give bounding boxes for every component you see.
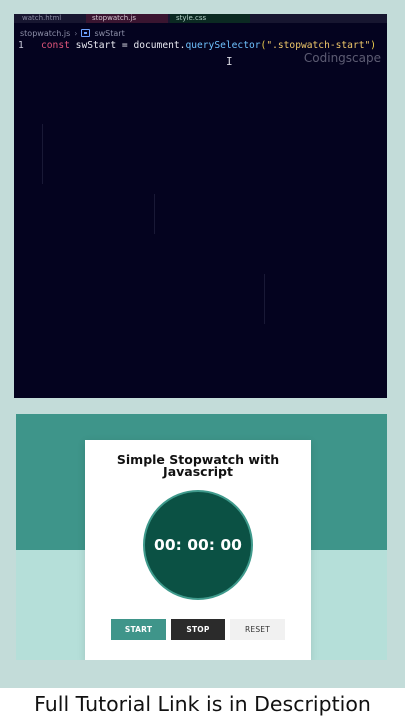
stopwatch-title: Simple Stopwatch with Javascript (116, 452, 280, 479)
token-object: document. (133, 40, 186, 51)
text-cursor-icon: I (226, 55, 233, 68)
token-operator: = (121, 40, 128, 51)
variable-symbol-icon (81, 29, 91, 37)
token-method: querySelector (185, 40, 261, 51)
app-preview: Simple Stopwatch with Javascript 00: 00:… (16, 414, 387, 660)
line-number: 1 (18, 40, 24, 51)
token-paren-close: ) (370, 40, 377, 51)
tab-stopwatch-js[interactable]: stopwatch.js (86, 14, 168, 23)
video-caption: Full Tutorial Link is in Description (0, 688, 405, 720)
editor-tab-bar: watch.html stopwatch.js style.css (14, 14, 387, 23)
breadcrumb: stopwatch.js › swStart (20, 26, 125, 40)
breadcrumb-file[interactable]: stopwatch.js (20, 29, 70, 38)
stopwatch-time: 00: 00: 00 (154, 536, 242, 554)
stopwatch-display: 00: 00: 00 (143, 490, 253, 600)
tab-watch-html[interactable]: watch.html (22, 14, 82, 23)
render-artifact (264, 274, 265, 324)
token-variable: swStart (75, 40, 117, 51)
start-button[interactable]: START (111, 619, 166, 640)
reset-button[interactable]: RESET (230, 619, 285, 640)
breadcrumb-symbol[interactable]: swStart (94, 29, 124, 38)
stop-button[interactable]: STOP (171, 619, 225, 640)
stopwatch-card: Simple Stopwatch with Javascript 00: 00:… (85, 440, 311, 660)
render-artifact (154, 194, 155, 234)
render-artifact (42, 124, 43, 184)
token-string: ".stopwatch-start" (266, 40, 371, 51)
watermark-logo: Codingscape (303, 51, 381, 65)
chevron-right-icon: › (74, 28, 78, 38)
tab-style-css[interactable]: style.css (170, 14, 250, 23)
code-editor[interactable]: watch.html stopwatch.js style.css stopwa… (14, 14, 387, 398)
token-keyword: const (41, 40, 70, 51)
